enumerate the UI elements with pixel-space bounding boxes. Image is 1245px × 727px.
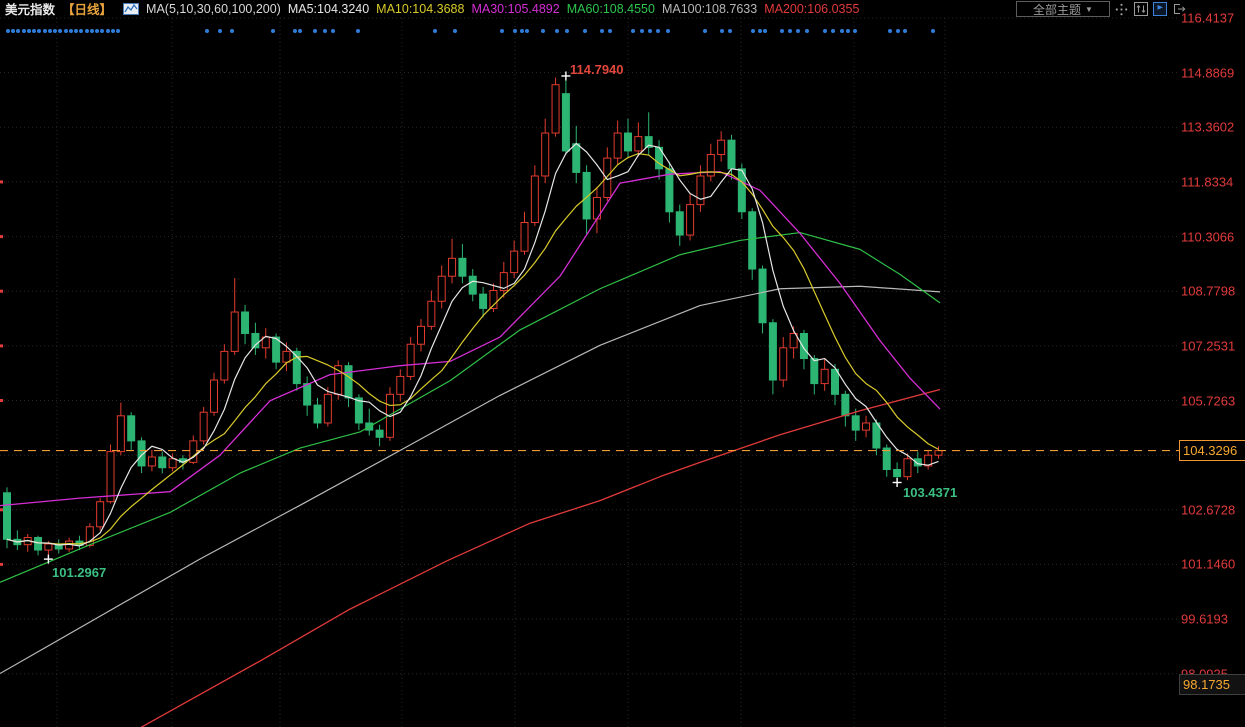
mini-chart-icon <box>123 3 139 15</box>
chevron-down-icon: ▼ <box>1085 5 1093 14</box>
low-price-annotation-right: 103.4371 <box>903 485 957 500</box>
ma5-value: MA5:104.3240 <box>288 2 369 16</box>
ma30-value: MA30:105.4892 <box>471 2 559 16</box>
axis-scale-icon <box>1134 2 1148 16</box>
candlestick-chart[interactable] <box>0 0 1245 727</box>
axis-price-label: 101.1460 <box>1181 557 1235 572</box>
chart-controls: 全部主题 ▼ <box>1016 1 1186 17</box>
flag-icon <box>1153 2 1167 16</box>
axis-price-label: 110.3066 <box>1181 229 1234 244</box>
theme-dropdown[interactable]: 全部主题 ▼ <box>1016 1 1110 17</box>
ma200-value: MA200:106.0355 <box>764 2 859 16</box>
auto-flag-button[interactable] <box>1152 2 1167 17</box>
axis-price-label: 105.7263 <box>1181 393 1235 408</box>
low-price-badge: 98.1735 <box>1179 674 1245 695</box>
axis-price-label: 107.2531 <box>1181 338 1235 353</box>
symbol-title: 美元指数 <box>5 0 55 18</box>
axis-price-label: 99.6193 <box>1181 612 1228 627</box>
low-price-annotation-left: 101.2967 <box>52 565 106 580</box>
current-price-badge: 104.3296 <box>1179 440 1245 461</box>
ma60-value: MA60:108.4550 <box>567 2 655 16</box>
ma-group-label: MA(5,10,30,60,100,200) <box>146 2 281 16</box>
axis-price-label: 113.3602 <box>1181 120 1234 135</box>
axis-price-label: 102.6728 <box>1181 502 1235 517</box>
crosshair-dots-icon <box>1115 3 1128 16</box>
period-label: 【日线】 <box>62 0 112 18</box>
exit-fullscreen-button[interactable] <box>1171 2 1186 17</box>
axis-price-label: 108.7798 <box>1181 284 1235 299</box>
axis-price-label: 114.8869 <box>1181 65 1234 80</box>
axis-price-label: 111.8334 <box>1181 174 1233 189</box>
axis-scale-button[interactable] <box>1133 2 1148 17</box>
ma100-value: MA100:108.7633 <box>662 2 757 16</box>
theme-dropdown-label: 全部主题 <box>1033 1 1081 18</box>
exit-right-icon <box>1172 2 1186 16</box>
ma10-value: MA10:104.3688 <box>376 2 464 16</box>
high-price-annotation: 114.7940 <box>570 62 624 77</box>
crosshair-tool-button[interactable] <box>1114 2 1129 17</box>
